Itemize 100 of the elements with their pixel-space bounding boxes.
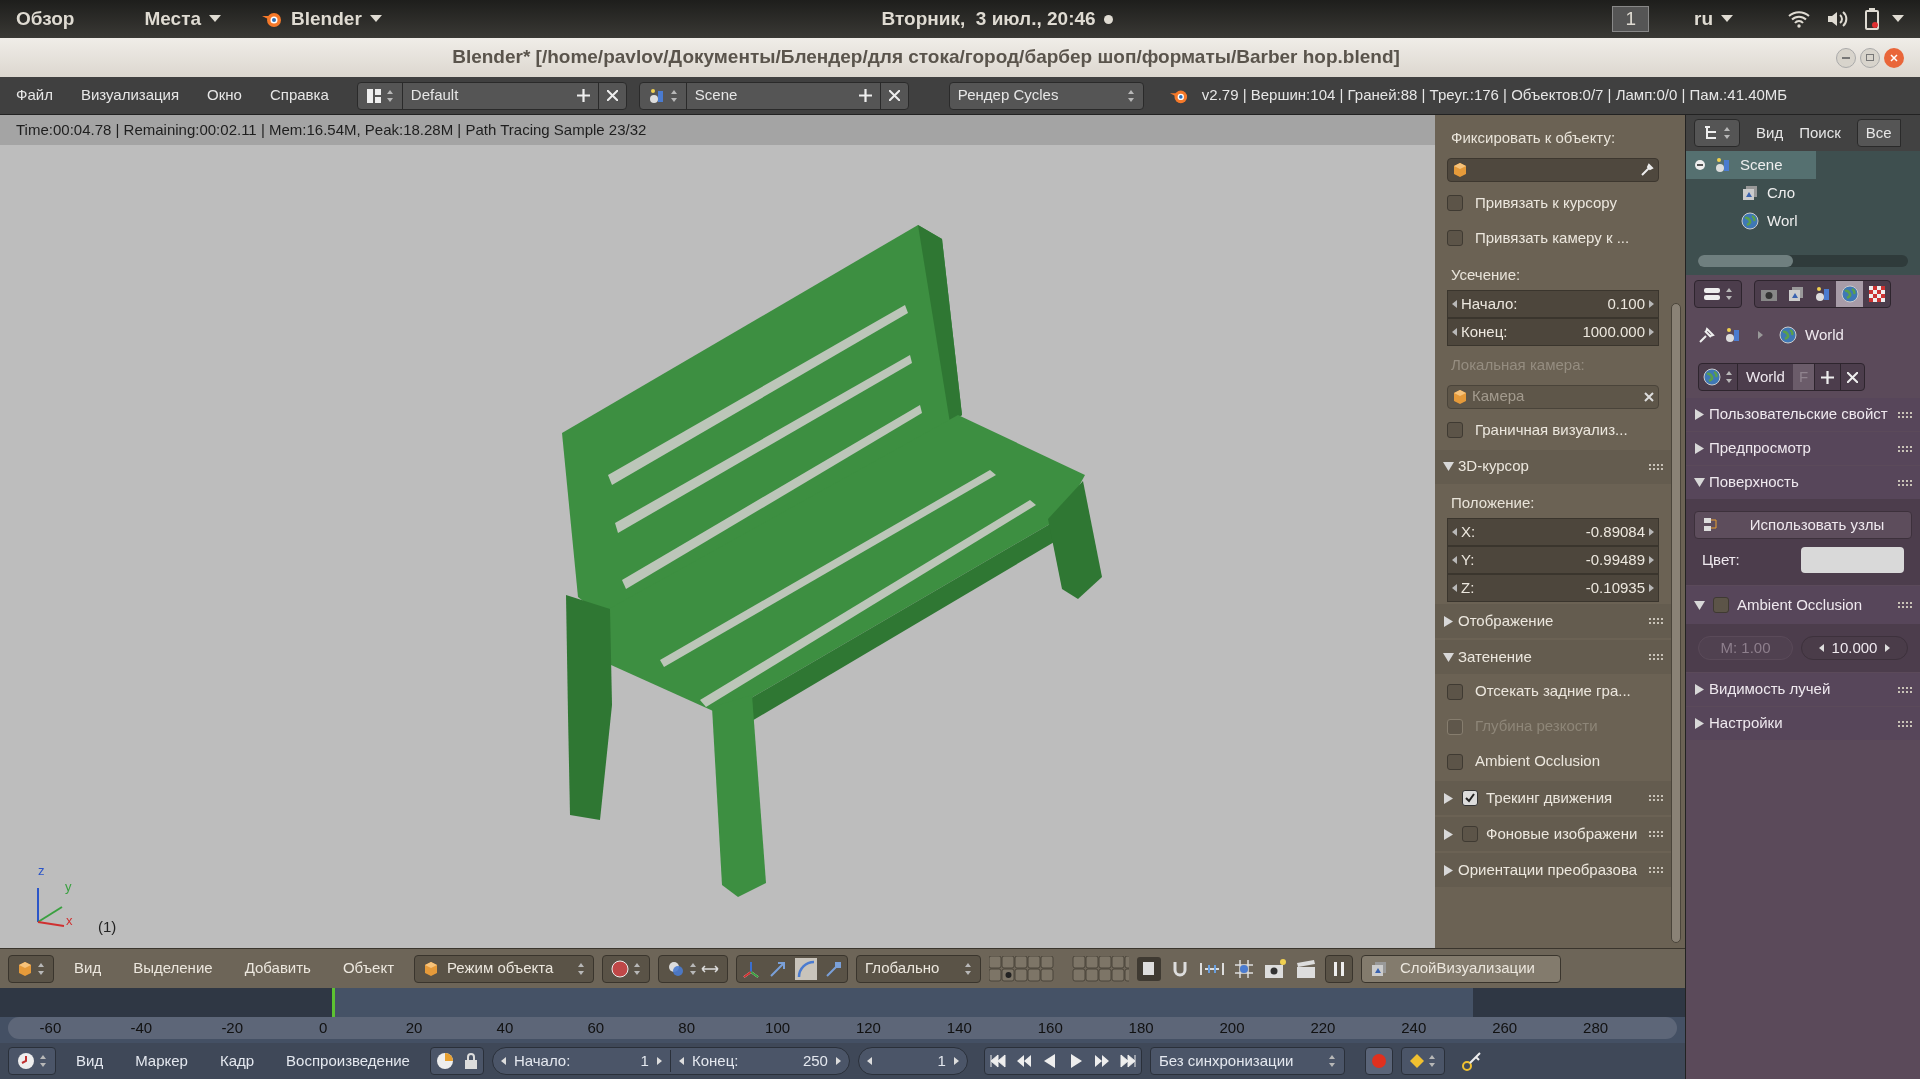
menu-item[interactable]: Вид — [1756, 121, 1784, 145]
panel-header[interactable]: Ambient Occlusion — [1686, 586, 1920, 624]
collapse-icon[interactable] — [1694, 159, 1706, 171]
number-field[interactable]: Начало: 0.100 — [1447, 290, 1659, 318]
outliner-row[interactable]: Scene — [1686, 151, 1816, 179]
add-icon[interactable] — [1821, 370, 1835, 384]
render-icon[interactable] — [1263, 957, 1287, 980]
pivot-dropdown[interactable] — [658, 954, 728, 983]
distance-field[interactable]: 10.000 — [1801, 636, 1908, 660]
record-button[interactable] — [1364, 1047, 1393, 1075]
editor-type-button[interactable] — [8, 1047, 56, 1075]
menu-item[interactable]: Файл — [16, 84, 53, 107]
scene-selector[interactable]: Scene — [638, 81, 909, 110]
orientation-dropdown[interactable]: Глобально — [856, 954, 981, 983]
places-menu[interactable]: Места — [144, 4, 222, 34]
left-arrow-icon[interactable] — [1452, 528, 1457, 536]
right-arrow-icon[interactable] — [1649, 300, 1654, 308]
panel-header[interactable]: Пользовательские свойст — [1686, 398, 1920, 431]
pin-icon[interactable] — [1698, 326, 1716, 344]
clock[interactable]: Вторник, 3 июл., 20:46 — [881, 4, 1096, 34]
right-arrow-icon[interactable] — [1649, 584, 1654, 592]
checkbox[interactable] — [1462, 826, 1478, 842]
start-frame-field[interactable]: Начало: 1 — [492, 1049, 671, 1073]
menu-item[interactable]: Вид — [64, 1049, 116, 1073]
checkbox[interactable] — [1447, 195, 1463, 211]
menu-item[interactable]: Визуализация — [80, 84, 180, 107]
panel-header[interactable]: 3D-курсор — [1435, 449, 1671, 484]
editor-type-button[interactable] — [1694, 280, 1742, 308]
close-button[interactable] — [1884, 47, 1904, 68]
number-field[interactable]: Конец: 1000.000 — [1447, 318, 1659, 346]
grip-icon[interactable] — [1898, 719, 1912, 728]
right-arrow-icon[interactable] — [835, 1057, 841, 1065]
grip-icon[interactable] — [1898, 601, 1912, 609]
expanded-arrow-icon[interactable] — [1443, 461, 1454, 472]
rotate-icon[interactable] — [795, 957, 817, 980]
current-frame-field[interactable]: 1 — [857, 1047, 968, 1075]
battery-icon[interactable] — [1864, 8, 1880, 30]
right-arrow-icon[interactable] — [1649, 328, 1654, 336]
right-arrow-icon[interactable] — [656, 1057, 662, 1065]
close-icon[interactable] — [1847, 371, 1859, 383]
left-arrow-icon[interactable] — [1452, 556, 1457, 564]
arrow-icon[interactable] — [769, 959, 787, 978]
fast-forward-icon[interactable] — [1092, 1053, 1111, 1069]
editor-type-button[interactable] — [8, 954, 54, 983]
object-field[interactable] — [1447, 157, 1659, 182]
volume-icon[interactable] — [1826, 10, 1848, 28]
checkbox[interactable] — [1447, 422, 1463, 438]
number-field[interactable]: Y: -0.99489 — [1447, 546, 1659, 574]
screen-selector[interactable]: Default — [356, 81, 627, 110]
panel-header[interactable]: Предпросмотр — [1686, 432, 1920, 465]
app-menu[interactable]: Blender — [261, 4, 382, 34]
grip-icon[interactable] — [1649, 830, 1663, 838]
collapsed-arrow-icon[interactable] — [1443, 828, 1454, 840]
maximize-button[interactable] — [1860, 47, 1880, 68]
clear-icon[interactable] — [1644, 391, 1654, 402]
collapsed-arrow-icon[interactable] — [1443, 864, 1454, 876]
left-arrow-icon[interactable] — [866, 1057, 872, 1065]
clapperboard-icon[interactable] — [1295, 957, 1317, 980]
right-arrow-icon[interactable] — [1649, 528, 1654, 536]
left-arrow-icon[interactable] — [678, 1057, 684, 1065]
panel-header[interactable]: Фоновые изображени — [1435, 817, 1671, 851]
menu-item[interactable]: Поиск — [1799, 121, 1841, 145]
scrollbar[interactable] — [1698, 255, 1793, 267]
collapsed-arrow-icon[interactable] — [1694, 409, 1705, 420]
panel-header[interactable]: Ориентации преобразова — [1435, 853, 1671, 887]
collapsed-arrow-icon[interactable] — [1443, 792, 1454, 804]
expanded-arrow-icon[interactable] — [1694, 477, 1705, 488]
collapsed-arrow-icon[interactable] — [1443, 615, 1454, 627]
expanded-arrow-icon[interactable] — [1443, 651, 1454, 663]
checkbox[interactable] — [1447, 753, 1463, 770]
left-arrow-icon[interactable] — [500, 1057, 506, 1065]
grip-icon[interactable] — [1649, 866, 1663, 874]
workspace-indicator[interactable]: 1 — [1612, 6, 1649, 32]
grip-icon[interactable] — [1649, 794, 1663, 802]
wifi-icon[interactable] — [1788, 10, 1810, 28]
checkbox[interactable] — [1447, 230, 1463, 246]
grip-icon[interactable] — [1649, 617, 1663, 625]
grip-icon[interactable] — [1898, 478, 1912, 487]
menu-item[interactable]: Вид — [62, 957, 114, 980]
close-icon[interactable] — [888, 90, 900, 101]
3d-viewport[interactable]: Time:00:04.78 | Remaining:00:02.11 | Mem:16.54M, Peak:18.28M | Path Tracing Sample 23/32 z y x (1) — [0, 115, 1435, 948]
collapsed-arrow-icon[interactable] — [1694, 684, 1705, 695]
checkbox[interactable] — [1462, 790, 1478, 806]
grip-icon[interactable] — [1898, 444, 1912, 453]
sync-dropdown[interactable]: Без синхронизации — [1149, 1047, 1345, 1075]
menu-item[interactable]: Маркер — [123, 1049, 200, 1073]
jump-start-icon[interactable] — [988, 1053, 1007, 1069]
grip-icon[interactable] — [1898, 685, 1912, 694]
collapsed-arrow-icon[interactable] — [1694, 443, 1705, 454]
language-menu[interactable]: ru — [1694, 4, 1733, 34]
mode-dropdown[interactable]: Режим объекта — [414, 954, 594, 983]
menu-item[interactable]: Кадр — [207, 1049, 267, 1073]
grid-snap-icon[interactable] — [1233, 957, 1255, 980]
filter-dropdown[interactable]: Все — [1856, 119, 1901, 147]
menu-item[interactable]: Объект — [330, 957, 406, 980]
pause-button[interactable] — [1325, 954, 1353, 983]
menu-item[interactable]: Справка — [269, 84, 329, 107]
close-icon[interactable] — [606, 90, 618, 101]
add-icon[interactable] — [858, 89, 872, 102]
end-frame-field[interactable]: Конец: 250 — [670, 1049, 849, 1073]
